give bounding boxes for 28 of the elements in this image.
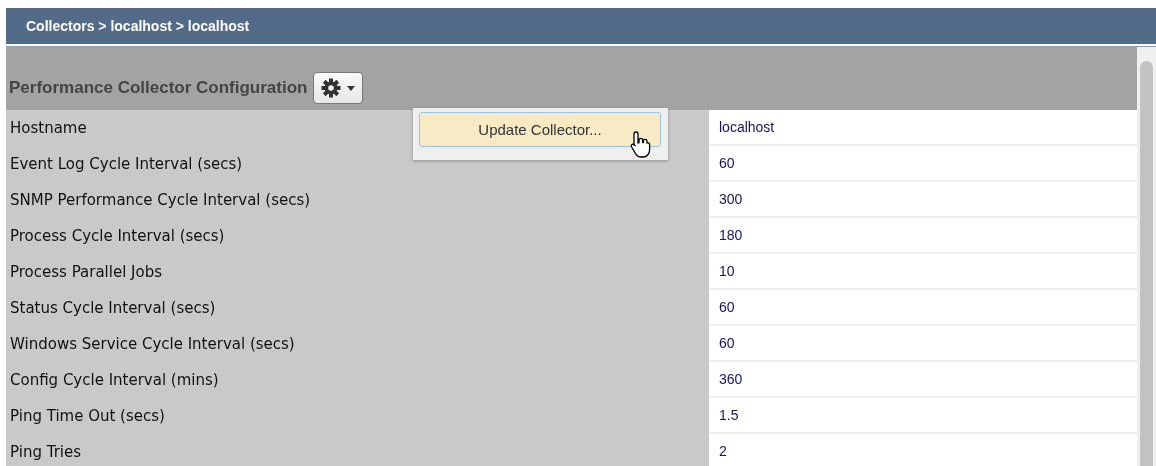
field-label: Event Log Cycle Interval (secs)	[10, 155, 243, 173]
field-value: 180	[709, 218, 1137, 254]
menu-item[interactable]: Update Collector...	[419, 112, 661, 147]
field-value: 10	[709, 254, 1137, 290]
caret-icon	[347, 85, 356, 91]
field-label: Hostname	[10, 119, 87, 137]
field-label: Ping Time Out (secs)	[10, 407, 165, 425]
scrollbar[interactable]	[1137, 47, 1156, 466]
breadcrumb: Collectors > localhost > localhost	[26, 18, 250, 34]
field-value: localhost	[709, 110, 1137, 146]
field-value: 60	[709, 146, 1137, 182]
field-value: 60	[709, 290, 1137, 326]
field-label: Ping Tries	[10, 443, 81, 461]
settings-icon	[321, 78, 342, 98]
field-label: Windows Service Cycle Interval (secs)	[10, 335, 295, 353]
field-label: Process Parallel Jobs	[10, 263, 163, 281]
field-label: Config Cycle Interval (mins)	[10, 371, 219, 389]
field-label: SNMP Performance Cycle Interval (secs)	[10, 191, 311, 209]
field-label: Status Cycle Interval (secs)	[10, 299, 216, 317]
field-value: 300	[709, 182, 1137, 218]
field-value: 1.5	[709, 398, 1137, 434]
gear-menu-button[interactable]	[313, 72, 364, 104]
field-value: 60	[709, 326, 1137, 362]
field-label: Process Cycle Interval (secs)	[10, 227, 225, 245]
field-value: 360	[709, 362, 1137, 398]
field-value: 2	[709, 434, 1137, 466]
panel-title: Performance Collector Configuration	[9, 78, 308, 99]
scrollbar-thumb[interactable]	[1140, 61, 1153, 466]
